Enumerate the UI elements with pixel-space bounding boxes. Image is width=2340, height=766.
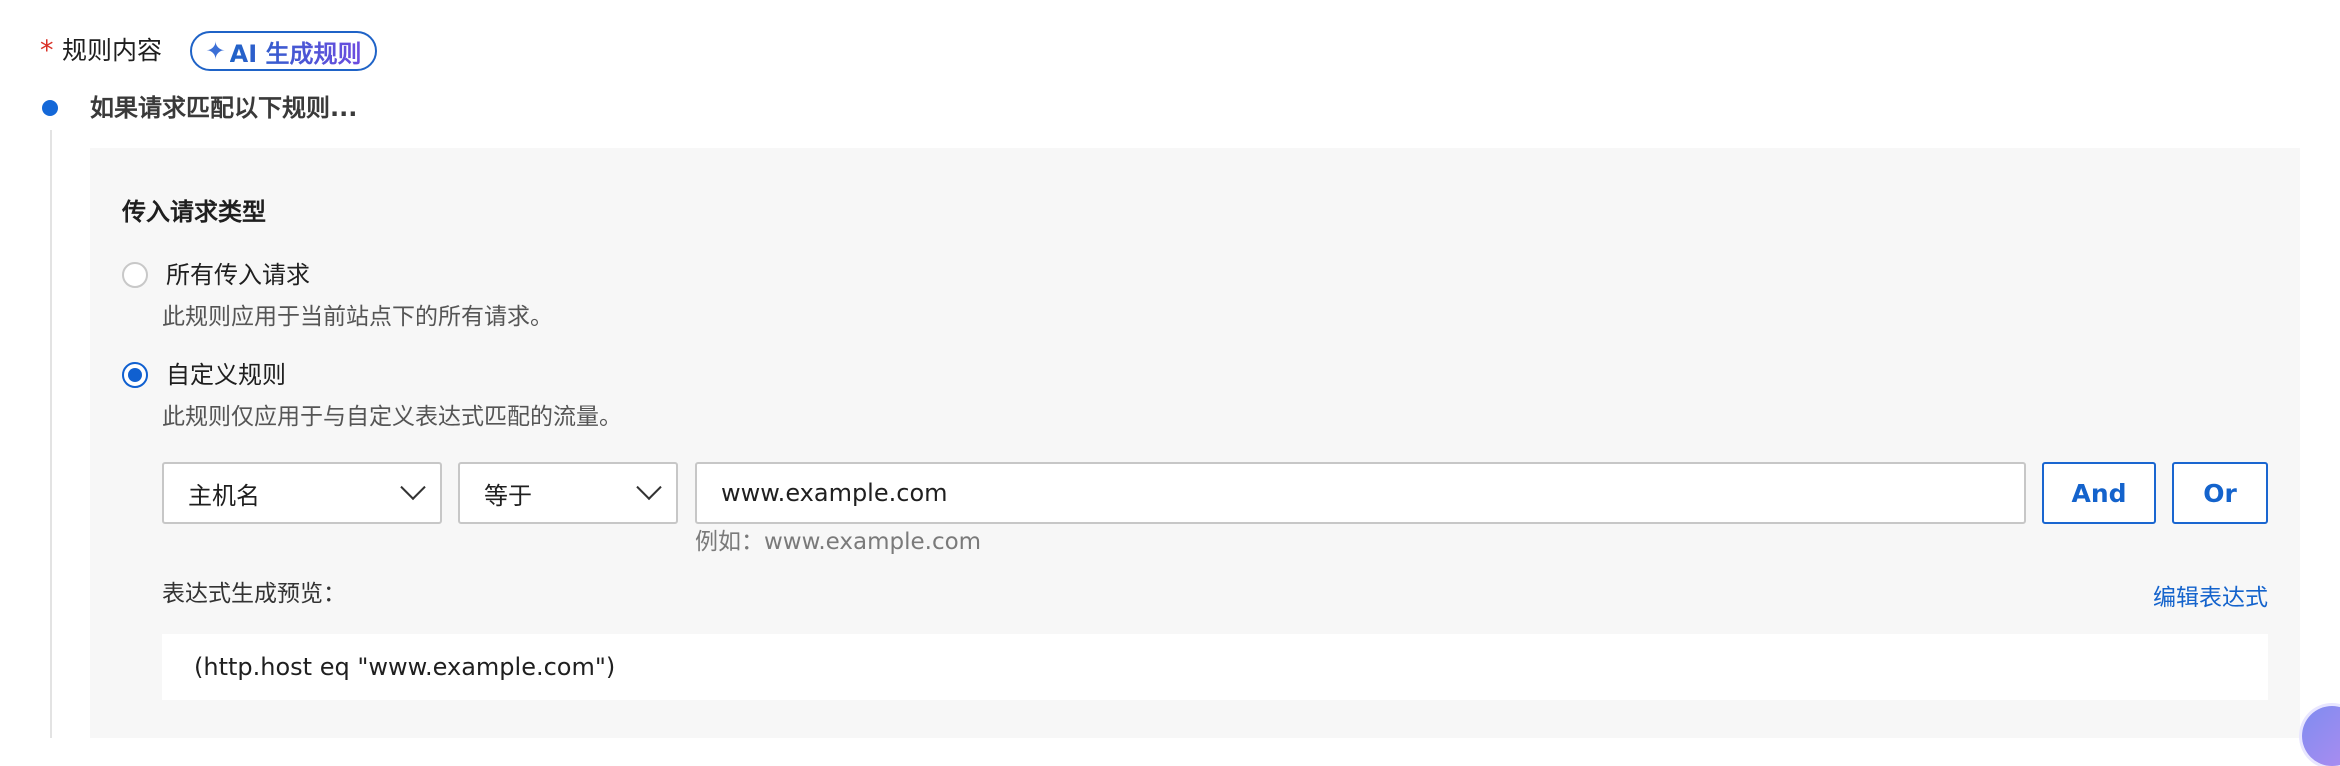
- assistant-float-button[interactable]: [2302, 706, 2340, 766]
- radio-custom-rule[interactable]: [122, 362, 148, 388]
- or-button[interactable]: Or: [2172, 462, 2268, 524]
- chevron-down-icon: [636, 474, 662, 501]
- expression-preview-text: (http.host eq "www.example.com"): [194, 653, 616, 681]
- timeline-connector: [50, 130, 52, 738]
- section-label: 规则内容: [62, 36, 163, 65]
- ai-generate-rule-label: AI 生成规则: [230, 34, 362, 69]
- radio-custom-rule-label[interactable]: 自定义规则: [166, 360, 286, 390]
- required-marker: *: [40, 35, 54, 66]
- sparkle-icon: ✦: [205, 37, 226, 65]
- radio-custom-rule-description: 此规则仅应用于与自定义表达式匹配的流量。: [162, 404, 622, 430]
- hostname-value-text: www.example.com: [721, 479, 948, 507]
- edit-expression-link[interactable]: 编辑表达式: [2153, 583, 2268, 613]
- expression-preview: (http.host eq "www.example.com"): [162, 634, 2268, 700]
- operator-select[interactable]: 等于: [458, 462, 678, 524]
- expression-preview-label: 表达式生成预览：: [162, 581, 346, 607]
- radio-all-requests-label[interactable]: 所有传入请求: [166, 260, 310, 290]
- step-title: 如果请求匹配以下规则...: [90, 94, 358, 122]
- panel-title: 传入请求类型: [122, 198, 266, 226]
- radio-all-requests[interactable]: [122, 262, 148, 288]
- and-button[interactable]: And: [2042, 462, 2156, 524]
- hostname-value-input[interactable]: www.example.com: [695, 462, 2026, 524]
- field-select[interactable]: 主机名: [162, 462, 442, 524]
- chevron-down-icon: [400, 474, 426, 501]
- radio-all-requests-description: 此规则应用于当前站点下的所有请求。: [162, 304, 553, 330]
- field-select-value: 主机名: [188, 481, 260, 510]
- operator-select-value: 等于: [484, 481, 532, 510]
- timeline-step-dot: [42, 100, 58, 116]
- input-hint: 例如：www.example.com: [695, 529, 982, 555]
- ai-generate-rule-button[interactable]: ✦ AI 生成规则: [190, 31, 377, 71]
